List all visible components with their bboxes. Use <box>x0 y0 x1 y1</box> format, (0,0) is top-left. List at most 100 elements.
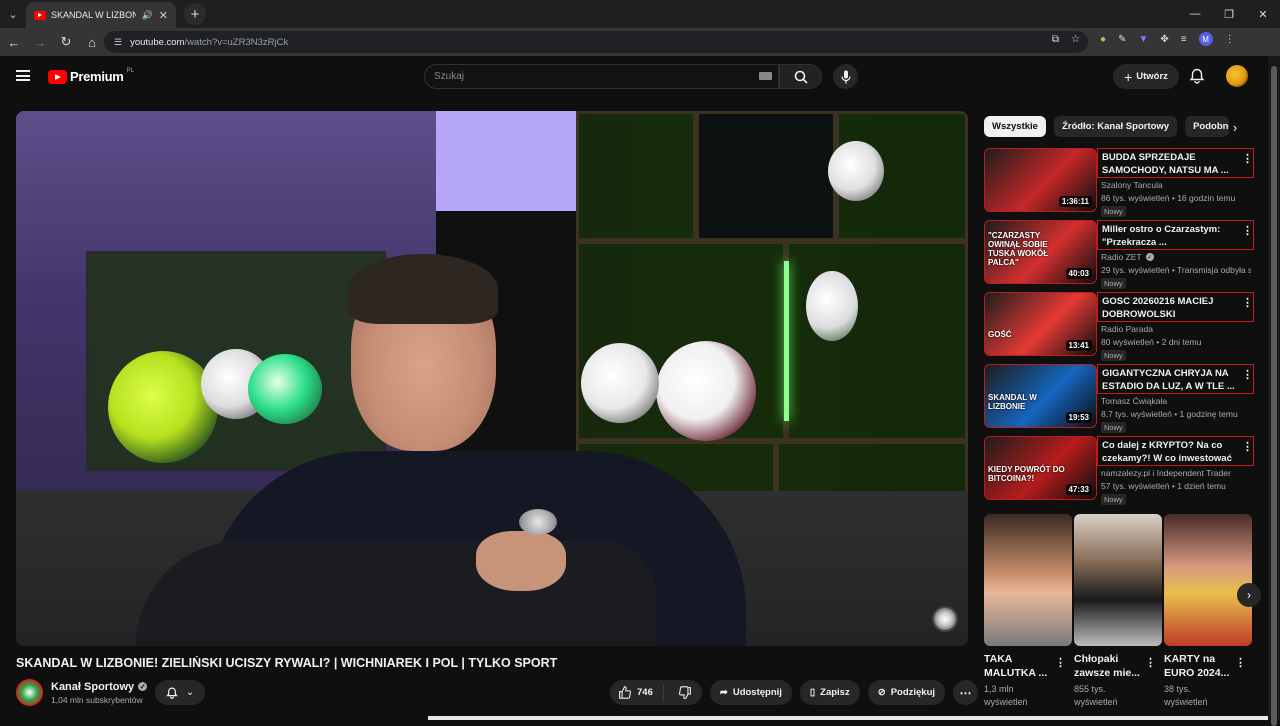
eyedropper-icon[interactable]: ✎ <box>1118 34 1126 45</box>
more-options-icon[interactable]: ⋮ <box>1242 296 1253 309</box>
dislike-button[interactable] <box>669 686 702 699</box>
recommendation-title[interactable]: BUDDA SPRZEDAJE SAMOCHODY, NATSU MA ... <box>1097 148 1254 178</box>
more-options-icon[interactable]: ⋮ <box>1242 152 1253 165</box>
tab-close-icon[interactable]: ✕ <box>159 9 168 22</box>
search-placeholder: Szukaj <box>434 71 465 82</box>
recommendation-channel-name: namzalezy.pl i Independent Trader <box>1101 468 1231 478</box>
hamburger-menu-icon[interactable] <box>16 70 30 81</box>
recommendation-item[interactable]: KIEDY POWRÓT DO BITCOINA?! 47:33 Co dalej … <box>984 436 1254 505</box>
short-more-icon[interactable]: ⋮ <box>1055 656 1066 669</box>
wristwatch <box>519 509 557 535</box>
window-close-icon[interactable]: ✕ <box>1246 0 1280 28</box>
short-title[interactable]: KARTY na EURO 2024... <box>1164 652 1236 680</box>
scrollbar-thumb[interactable] <box>1271 66 1277 726</box>
save-button[interactable]: ▯ Zapisz <box>799 680 860 705</box>
browser-menu-icon[interactable]: ⋮ <box>1225 34 1235 45</box>
page-scrollbar[interactable] <box>1268 56 1280 726</box>
new-badge: Nowy <box>1101 278 1126 289</box>
video-duration: 13:41 <box>1065 340 1092 351</box>
video-player[interactable] <box>16 111 968 646</box>
home-icon[interactable]: ⌂ <box>80 30 104 54</box>
chevron-down-icon: ⌄ <box>185 687 195 698</box>
account-avatar[interactable] <box>1226 65 1248 87</box>
short-more-icon[interactable]: ⋮ <box>1235 656 1246 669</box>
video-thumbnail[interactable]: "CZARZASTY OWINĄŁ SOBIE TUSKA WOKÓŁ PALC… <box>984 220 1097 284</box>
recommendation-channel[interactable]: Radio Parada <box>1101 324 1153 334</box>
youtube-logo[interactable]: Premium PL <box>48 68 134 84</box>
short-thumbnail[interactable] <box>1164 514 1252 646</box>
search-button[interactable] <box>779 64 822 89</box>
extension-icon[interactable]: ● <box>1100 34 1106 45</box>
recommendation-title[interactable]: Co dalej z KRYPTO? Na co czekamy?! W co … <box>1097 436 1254 466</box>
short-title[interactable]: TAKA MALUTKA ... <box>984 652 1056 680</box>
short-thumbnail[interactable] <box>984 514 1072 646</box>
more-options-icon[interactable]: ⋮ <box>1242 224 1253 237</box>
channel-avatar[interactable] <box>16 679 43 706</box>
short-thumbnail[interactable] <box>1074 514 1162 646</box>
audio-playing-icon[interactable]: 🔊 <box>142 10 153 21</box>
verified-check-icon: ✓ <box>1145 253 1154 261</box>
address-bar[interactable]: ☰ youtube.com/watch?v=uZR3N3zRjCk ⧉ ☆ <box>104 31 1088 53</box>
search-input[interactable]: Szukaj <box>424 64 779 89</box>
browser-tab[interactable]: SKANDAL W LIZBONIE! ZIEL 🔊 ✕ <box>26 2 176 28</box>
video-thumbnail[interactable]: KIEDY POWRÓT DO BITCOINA?! 47:33 <box>984 436 1097 500</box>
media-controls-icon[interactable]: ≡ <box>1181 34 1187 45</box>
recommendation-title[interactable]: GIGANTYCZNA CHRYJA NA ESTADIO DA LUZ, A … <box>1097 364 1254 394</box>
thumbnail-caption: "CZARZASTY OWINĄŁ SOBIE TUSKA WOKÓŁ PALC… <box>988 231 1049 267</box>
install-app-icon[interactable]: ⧉ <box>1052 34 1059 45</box>
video-duration: 19:53 <box>1065 412 1092 423</box>
channel-name-text: Kanał Sportowy <box>51 680 135 693</box>
recommendation-meta: 8,7 tys. wyświetleń • 1 godzinę temu <box>1101 409 1238 419</box>
thumbnail-caption: KIEDY POWRÓT DO BITCOINA?! <box>988 465 1065 483</box>
recommendation-channel[interactable]: namzalezy.pl i Independent Trader <box>1101 468 1231 478</box>
profile-avatar[interactable]: M <box>1198 32 1213 46</box>
recommendation-meta: 57 tys. wyświetleń • 1 dzień temu <box>1101 481 1226 491</box>
create-button[interactable]: + Utwórz <box>1113 64 1179 89</box>
notifications-bell-icon[interactable] <box>1189 68 1205 84</box>
recommendation-title[interactable]: GOSC 20260216 MACIEJ DOBROWOLSKI <box>1097 292 1254 322</box>
share-label: Udostępnij <box>732 687 782 698</box>
chip-all[interactable]: Wszystkie <box>984 116 1046 137</box>
subscription-notifications-button[interactable]: ⌄ <box>155 680 205 705</box>
youtube-header: Premium PL Szukaj + Utwórz <box>0 56 1268 100</box>
minimize-icon[interactable]: — <box>1178 0 1212 28</box>
recommendation-channel[interactable]: Radio ZET ✓ <box>1101 252 1154 262</box>
channel-watermark-logo[interactable] <box>932 606 958 632</box>
shorts-next-arrow-icon[interactable]: › <box>1237 583 1261 607</box>
video-duration: 40:03 <box>1065 268 1092 279</box>
thanks-button[interactable]: ⊘ Podziękuj <box>867 680 946 705</box>
recommendation-channel[interactable]: Szalony Tancula <box>1101 180 1163 190</box>
restore-icon[interactable]: ❐ <box>1212 0 1246 28</box>
keyboard-icon[interactable] <box>759 72 772 80</box>
new-tab-button[interactable]: + <box>184 3 206 25</box>
bookmark-star-icon[interactable]: ☆ <box>1071 34 1080 45</box>
chip-related[interactable]: Podobne <box>1185 116 1230 137</box>
video-thumbnail[interactable]: 1:36:11 <box>984 148 1097 212</box>
site-info-icon[interactable]: ☰ <box>114 37 122 48</box>
reload-icon[interactable]: ↻ <box>54 30 78 54</box>
shield-extension-icon[interactable]: ▼ <box>1138 34 1148 45</box>
more-actions-button[interactable]: ⋯ <box>953 680 979 705</box>
more-options-icon[interactable]: ⋮ <box>1242 368 1253 381</box>
recommendation-item[interactable]: 1:36:11 BUDDA SPRZEDAJE SAMOCHODY, NATSU … <box>984 148 1254 217</box>
more-options-icon[interactable]: ⋮ <box>1242 440 1253 453</box>
video-thumbnail[interactable]: SKANDAL W LIZBONIE 19:53 <box>984 364 1097 428</box>
chip-from-channel[interactable]: Źródło: Kanał Sportowy <box>1053 116 1178 137</box>
channel-name[interactable]: Kanał Sportowy ✓ <box>51 680 148 693</box>
video-thumbnail[interactable]: GOŚĆ 13:41 <box>984 292 1097 356</box>
like-button[interactable]: 746 <box>610 684 664 701</box>
tab-search-icon[interactable]: ⌄ <box>0 0 26 28</box>
voice-search-button[interactable] <box>833 64 858 89</box>
forward-arrow-icon[interactable]: → <box>28 30 52 54</box>
chips-next-arrow-icon[interactable]: › <box>1226 118 1244 136</box>
share-button[interactable]: ➦ Udostępnij <box>709 680 792 705</box>
puzzle-icon[interactable]: ✥ <box>1160 34 1168 45</box>
recommendation-title[interactable]: Miller ostro o Czarzastym: "Przekracza .… <box>1097 220 1254 250</box>
short-more-icon[interactable]: ⋮ <box>1145 656 1156 669</box>
recommendation-channel[interactable]: Tomasz Ćwiąkała <box>1101 396 1167 406</box>
short-title[interactable]: Chłopaki zawsze mie... <box>1074 652 1146 680</box>
recommendation-item[interactable]: SKANDAL W LIZBONIE 19:53 GIGANTYCZNA CHRYJ… <box>984 364 1254 433</box>
back-arrow-icon[interactable]: ← <box>2 30 26 54</box>
recommendation-item[interactable]: GOŚĆ 13:41 GOSC 20260216 MACIEJ DOBROWOLSK… <box>984 292 1254 361</box>
recommendation-item[interactable]: "CZARZASTY OWINĄŁ SOBIE TUSKA WOKÓŁ PALC… <box>984 220 1254 289</box>
